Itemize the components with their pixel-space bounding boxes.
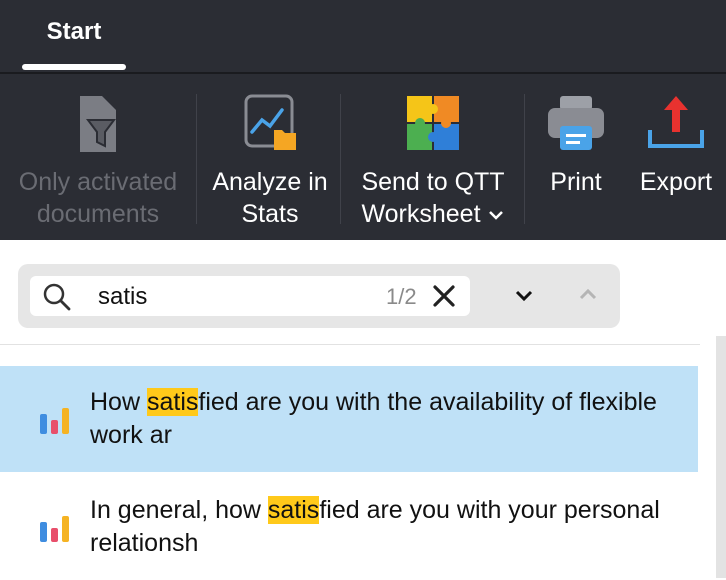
ribbon-separator [340, 94, 341, 224]
result-text-pre: How [90, 388, 147, 416]
results-divider [0, 344, 700, 345]
result-text: In general, how satisfied are you with y… [90, 494, 680, 560]
search-highlight: satis [267, 496, 320, 524]
send-to-qtt-line2: Worksheet [344, 198, 522, 230]
result-row[interactable]: How satisfied are you with the availabil… [0, 366, 698, 472]
send-to-qtt-line1: Send to QTT [361, 168, 505, 196]
tab-start-label: Start [46, 18, 102, 45]
search-bar: satis 1/2 [18, 264, 620, 328]
ribbon-separator [196, 94, 197, 224]
ribbon-separator [524, 94, 525, 224]
analyze-in-stats-label: Analyze in Stats [212, 168, 328, 228]
scrollbar[interactable] [702, 240, 726, 578]
send-to-qtt-line2-text: Worksheet [361, 200, 481, 228]
puzzle-icon [407, 96, 459, 150]
chevron-up-icon[interactable] [576, 284, 600, 304]
result-text-pre: In general, how [90, 496, 268, 524]
only-activated-documents-button[interactable]: Only activated documents [0, 74, 196, 240]
top-bar: Start [0, 0, 726, 72]
bar-chart-icon [40, 516, 69, 542]
chevron-down-icon[interactable] [512, 286, 536, 306]
print-button[interactable]: Print [530, 74, 622, 240]
search-icon [43, 283, 71, 311]
export-label: Export [639, 168, 713, 196]
result-row[interactable]: In general, how satisfied are you with y… [0, 474, 698, 580]
print-label: Print [550, 168, 602, 196]
printer-icon [548, 96, 604, 150]
scrollbar-track[interactable] [716, 336, 726, 578]
only-activated-documents-label: Only activated documents [18, 168, 178, 228]
analyze-in-stats-button[interactable]: Analyze in Stats [200, 74, 340, 240]
stats-chart-icon [244, 94, 296, 150]
document-filter-icon [80, 96, 116, 152]
search-query[interactable]: satis [98, 283, 147, 311]
tab-active-indicator [22, 64, 126, 70]
clear-icon[interactable] [430, 282, 458, 310]
search-match-count: 1/2 [386, 284, 417, 309]
export-icon [648, 96, 704, 148]
bar-chart-icon [40, 408, 69, 434]
chevron-down-icon[interactable] [487, 208, 505, 222]
export-button[interactable]: Export [626, 74, 726, 240]
tab-start[interactable]: Start [22, 0, 126, 72]
send-to-qtt-worksheet-button[interactable]: Send to QTT Worksheet [344, 74, 522, 240]
result-text: How satisfied are you with the availabil… [90, 386, 680, 452]
send-to-qtt-label: Send to QTT Worksheet [344, 166, 522, 230]
search-highlight: satis [146, 388, 199, 416]
ribbon: Only activated documents Analyze in Stat… [0, 74, 726, 240]
search-input[interactable]: satis 1/2 [30, 276, 470, 316]
